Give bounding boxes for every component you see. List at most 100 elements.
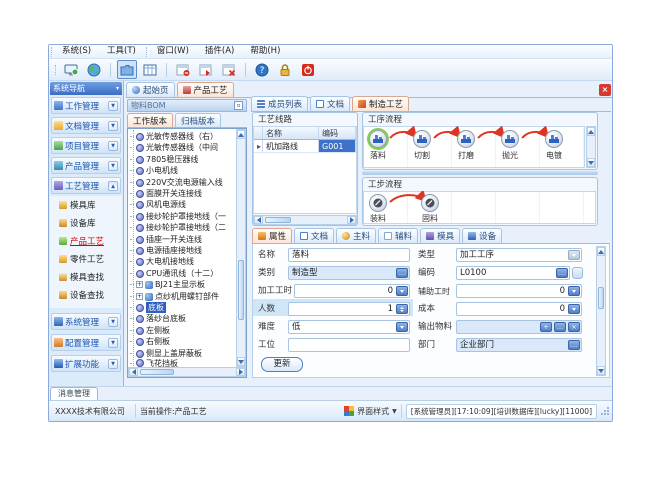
- nav-group-process[interactable]: 工艺管理▼: [51, 177, 121, 194]
- exit-icon[interactable]: [298, 60, 318, 79]
- name-field[interactable]: 落料: [288, 248, 410, 262]
- ellipsis-icon[interactable]: …: [554, 322, 566, 332]
- scroll-right-icon[interactable]: [236, 368, 245, 376]
- chevron-down-icon[interactable]: ▼: [108, 101, 118, 111]
- window-remove-icon[interactable]: [173, 60, 193, 79]
- category-field[interactable]: 制造型…: [288, 266, 410, 280]
- close-tab-icon[interactable]: ×: [599, 84, 611, 96]
- flow-vertical-scrollbar[interactable]: [586, 126, 596, 168]
- tab-archived-version[interactable]: 归档版本: [175, 113, 221, 127]
- tree-item[interactable]: CPU通讯线（十二）: [130, 268, 234, 279]
- ellipsis-icon[interactable]: …: [556, 268, 568, 278]
- chevron-down-icon[interactable]: ▼: [108, 317, 118, 327]
- spinner-icon[interactable]: [396, 304, 408, 314]
- station-field[interactable]: [288, 338, 410, 352]
- tree-item[interactable]: 面膜开关连接线: [130, 188, 234, 199]
- tree-item[interactable]: 大电机接地线: [130, 256, 234, 267]
- tab-message-management[interactable]: 消息管理: [50, 387, 98, 400]
- step-node-loading[interactable]: [369, 194, 387, 212]
- scroll-left-icon[interactable]: [254, 216, 263, 224]
- tab-docs[interactable]: 文档: [294, 228, 334, 243]
- nav-group-project[interactable]: 项目管理▼: [51, 137, 121, 154]
- chevron-down-icon[interactable]: ▼: [108, 359, 118, 369]
- nav-item-product-process[interactable]: 产品工艺: [50, 232, 122, 250]
- nav-item-part-process[interactable]: 零件工艺: [50, 250, 122, 268]
- tree-item[interactable]: 光敏传感器线（右）: [130, 131, 234, 142]
- folder-icon[interactable]: [117, 60, 137, 79]
- tree-item[interactable]: 接纱轮护罩接地线（二: [130, 222, 234, 233]
- tree-item[interactable]: 右侧板: [130, 336, 234, 347]
- flow-node-grinding[interactable]: [457, 130, 475, 148]
- ellipsis-icon[interactable]: …: [568, 340, 580, 350]
- tree-item[interactable]: 220V交流电源输入线: [130, 177, 234, 188]
- tab-product-process[interactable]: 产品工艺: [177, 82, 234, 97]
- lock-icon[interactable]: [275, 60, 295, 79]
- chevron-down-icon[interactable]: [396, 322, 408, 332]
- code-field[interactable]: L0100…: [456, 266, 570, 280]
- menu-plugins[interactable]: 插件(A): [197, 45, 242, 58]
- tab-equipment[interactable]: 设备: [462, 228, 502, 243]
- tree-item[interactable]: 小电机线: [130, 165, 234, 176]
- bom-horizontal-scrollbar[interactable]: [128, 367, 246, 377]
- chevron-down-icon[interactable]: ▼: [108, 161, 118, 171]
- nav-group-system[interactable]: 系统管理▼: [51, 313, 121, 330]
- route-grid-row[interactable]: ▸ 机加路线 G001: [254, 140, 356, 153]
- scroll-right-icon[interactable]: [347, 216, 356, 224]
- window-refresh-icon[interactable]: [196, 60, 216, 79]
- tree-item-expandable[interactable]: +BJ21主显示板: [130, 279, 234, 290]
- scroll-thumb[interactable]: [238, 260, 244, 320]
- menu-window[interactable]: 窗口(W): [149, 45, 197, 58]
- nav-item-mold-search[interactable]: 模具查找: [50, 268, 122, 286]
- tab-working-version[interactable]: 工作版本: [127, 113, 173, 127]
- tree-item[interactable]: 电源插座接地线: [130, 245, 234, 256]
- chevron-up-icon[interactable]: ▼: [108, 181, 118, 191]
- tree-item[interactable]: 7805稳压器线: [130, 154, 234, 165]
- nav-group-extension[interactable]: 扩展功能▼: [51, 355, 121, 372]
- chevron-down-icon[interactable]: ▼: [108, 141, 118, 151]
- type-select[interactable]: 加工工序: [456, 248, 582, 262]
- nav-group-work[interactable]: 工作管理▼: [51, 97, 121, 114]
- nav-options-icon[interactable]: ▾: [116, 82, 119, 95]
- flow-node-polishing[interactable]: [501, 130, 519, 148]
- clear-icon[interactable]: ×: [568, 322, 580, 332]
- chevron-down-icon[interactable]: [568, 304, 580, 314]
- chevron-down-icon[interactable]: [568, 286, 580, 296]
- splitter-handle[interactable]: [362, 171, 598, 175]
- nav-item-equipment-search[interactable]: 设备查找: [50, 286, 122, 304]
- route-name-cell[interactable]: 机加路线: [263, 140, 319, 152]
- add-icon[interactable]: +: [540, 322, 552, 332]
- nav-group-product[interactable]: 产品管理▼: [51, 157, 121, 174]
- help-icon[interactable]: ?: [252, 60, 272, 79]
- scroll-left-icon[interactable]: [129, 368, 138, 376]
- tree-item-expandable[interactable]: +点纱机用螺钉部件: [130, 291, 234, 302]
- tree-item-selected[interactable]: 底板: [130, 302, 234, 313]
- chevron-down-icon[interactable]: ▼: [108, 338, 118, 348]
- tree-item[interactable]: 左侧板: [130, 325, 234, 336]
- output-field[interactable]: +…×: [456, 320, 582, 334]
- tab-main-material[interactable]: 主料: [336, 228, 376, 243]
- scroll-down-icon[interactable]: [237, 357, 245, 366]
- dept-field[interactable]: 企业部门…: [456, 338, 582, 352]
- tab-documents[interactable]: 文档: [310, 96, 350, 111]
- menu-help[interactable]: 帮助(H): [242, 45, 288, 58]
- tree-item[interactable]: 侧显上盖屏蔽板: [130, 348, 234, 359]
- scroll-up-icon[interactable]: [587, 127, 595, 136]
- scroll-up-icon[interactable]: [597, 247, 605, 256]
- monitor-icon[interactable]: [61, 60, 81, 79]
- pin-icon[interactable]: ▫: [234, 101, 243, 110]
- step-node-fixing[interactable]: [421, 194, 439, 212]
- chevron-down-icon[interactable]: [568, 250, 580, 260]
- scroll-down-icon[interactable]: [597, 366, 605, 375]
- tab-aux-material[interactable]: 辅料: [378, 228, 418, 243]
- nav-item-equipment-library[interactable]: 设备库: [50, 214, 122, 232]
- ellipsis-icon[interactable]: …: [396, 268, 408, 278]
- people-stepper[interactable]: 1: [288, 302, 410, 316]
- scroll-thumb[interactable]: [265, 217, 291, 223]
- tab-properties[interactable]: 属性: [252, 228, 292, 243]
- chevron-down-icon[interactable]: [396, 286, 408, 296]
- code-toggle-icon[interactable]: [572, 267, 583, 279]
- resize-grip-icon[interactable]: [601, 407, 610, 416]
- expand-plus-icon[interactable]: +: [136, 293, 143, 300]
- table-icon[interactable]: [140, 60, 160, 79]
- aux-hours-field[interactable]: 0: [456, 284, 582, 298]
